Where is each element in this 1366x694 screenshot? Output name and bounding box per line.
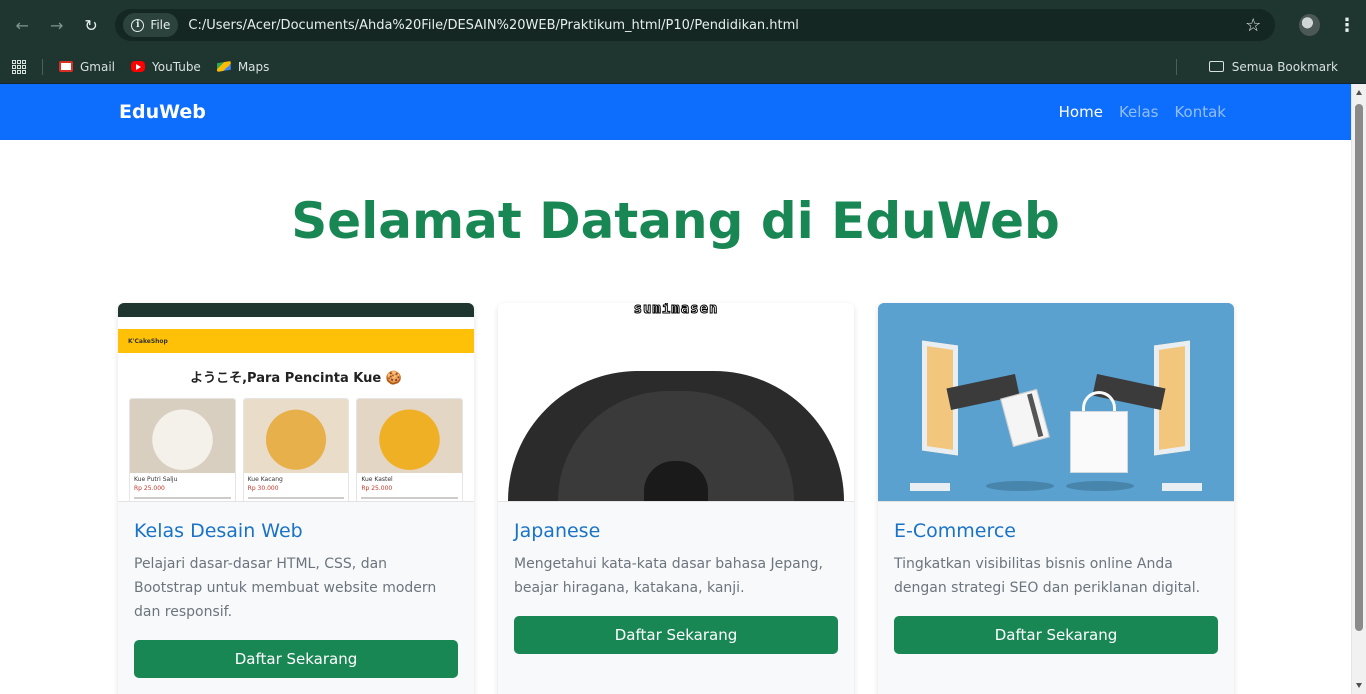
profile-avatar[interactable] xyxy=(1299,14,1320,36)
more-menu-icon[interactable]: ⋮ xyxy=(1338,15,1356,36)
bookmarks-separator xyxy=(1175,58,1177,75)
nav-link-home[interactable]: Home xyxy=(1059,103,1103,121)
scroll-thumb[interactable] xyxy=(1355,104,1363,631)
back-icon[interactable]: ← xyxy=(10,12,34,38)
hero-title: Selamat Datang di EduWeb xyxy=(291,192,1060,250)
forward-icon[interactable]: → xyxy=(44,12,68,38)
image-product-price: Rp 25.000 xyxy=(134,485,165,492)
image-caption: sumimasen xyxy=(633,303,719,318)
card-image-cakeshop: K'CakeShop ようこそ,Para Pencinta Kue 🍪 Kue … xyxy=(118,303,474,502)
address-bar[interactable]: i File C:/Users/Acer/Documents/Ahda%20Fi… xyxy=(115,9,1276,41)
page-viewport: EduWeb Home Kelas Kontak Selamat Datang … xyxy=(0,84,1366,694)
course-card-desain-web: K'CakeShop ようこそ,Para Pencinta Kue 🍪 Kue … xyxy=(118,303,474,694)
image-product-name: Kue Kastel xyxy=(361,476,393,483)
image-nav-brand: K'CakeShop xyxy=(118,329,474,353)
bookmarks-separator xyxy=(42,58,43,75)
image-product-price: Rp 30.000 xyxy=(247,485,279,492)
info-icon: i xyxy=(131,18,145,32)
card-image-ecommerce xyxy=(878,303,1234,502)
maps-icon xyxy=(216,61,231,72)
browser-toolbar: ← → ↻ i File C:/Users/Acer/Documents/Ahd… xyxy=(0,0,1366,50)
image-product-price: Rp 25.000 xyxy=(361,485,393,492)
apps-grid-icon[interactable] xyxy=(12,59,26,74)
url-text[interactable]: C:/Users/Acer/Documents/Ahda%20File/DESA… xyxy=(188,18,1245,33)
nav-links: Home Kelas Kontak xyxy=(1059,103,1226,121)
scroll-down-icon[interactable] xyxy=(1356,683,1362,688)
card-title: E-Commerce xyxy=(894,520,1016,542)
card-text: Pelajari dasar-dasar HTML, CSS, dan Boot… xyxy=(134,556,437,620)
youtube-icon xyxy=(131,61,146,72)
daftar-sekarang-button[interactable]: Daftar Sekarang xyxy=(514,616,838,654)
folder-icon xyxy=(1208,61,1224,72)
site-info-chip[interactable]: i File xyxy=(123,13,179,37)
reload-icon[interactable]: ↻ xyxy=(79,12,103,38)
daftar-sekarang-button[interactable]: Daftar Sekarang xyxy=(894,616,1218,654)
image-product-name: Kue Kacang xyxy=(247,476,283,483)
nav-link-kontak[interactable]: Kontak xyxy=(1174,103,1226,121)
image-product-name: Kue Putri Salju xyxy=(134,476,178,483)
bookmark-label: Gmail xyxy=(80,59,116,74)
course-card-ecommerce: E-Commerce Tingkatkan visibilitas bisnis… xyxy=(878,303,1234,694)
card-text: Mengetahui kata-kata dasar bahasa Jepang… xyxy=(514,556,823,596)
image-product-card: Kue Kacang Rp 30.000 xyxy=(242,398,350,501)
page-scrollbar[interactable] xyxy=(1351,84,1366,694)
site-navbar: EduWeb Home Kelas Kontak xyxy=(0,84,1351,140)
bookmark-star-icon[interactable]: ☆ xyxy=(1245,15,1261,36)
bookmark-label: YouTube xyxy=(152,59,201,74)
daftar-sekarang-button[interactable]: Daftar Sekarang xyxy=(134,640,458,678)
all-bookmarks-label: Semua Bookmark xyxy=(1231,59,1338,74)
bookmark-maps[interactable]: Maps xyxy=(216,59,270,74)
file-chip-label: File xyxy=(150,18,171,32)
all-bookmarks-button[interactable]: Semua Bookmark xyxy=(1193,60,1338,74)
bookmark-youtube[interactable]: YouTube xyxy=(131,60,201,74)
bookmark-label: Maps xyxy=(237,59,270,74)
card-title: Japanese xyxy=(514,520,601,542)
card-image-bowing: sumimasen xyxy=(498,303,854,502)
card-title: Kelas Desain Web xyxy=(134,520,303,542)
site-brand[interactable]: EduWeb xyxy=(119,101,206,123)
image-product-card: Kue Putri Salju Rp 25.000 xyxy=(129,398,236,501)
bookmarks-bar: Gmail YouTube Maps Semua Bookmark xyxy=(0,50,1366,84)
image-product-card: Kue Kastel Rp 25.000 xyxy=(356,398,464,501)
gmail-icon xyxy=(59,61,73,72)
image-heading: ようこそ,Para Pencinta Kue 🍪 xyxy=(190,371,402,386)
bookmark-gmail[interactable]: Gmail xyxy=(59,60,115,74)
nav-link-kelas[interactable]: Kelas xyxy=(1119,103,1159,121)
card-text: Tingkatkan visibilitas bisnis online And… xyxy=(894,556,1201,596)
scroll-up-icon[interactable] xyxy=(1356,90,1362,95)
course-card-japanese: sumimasen Japanese Mengetahui kata-kata … xyxy=(498,303,854,694)
